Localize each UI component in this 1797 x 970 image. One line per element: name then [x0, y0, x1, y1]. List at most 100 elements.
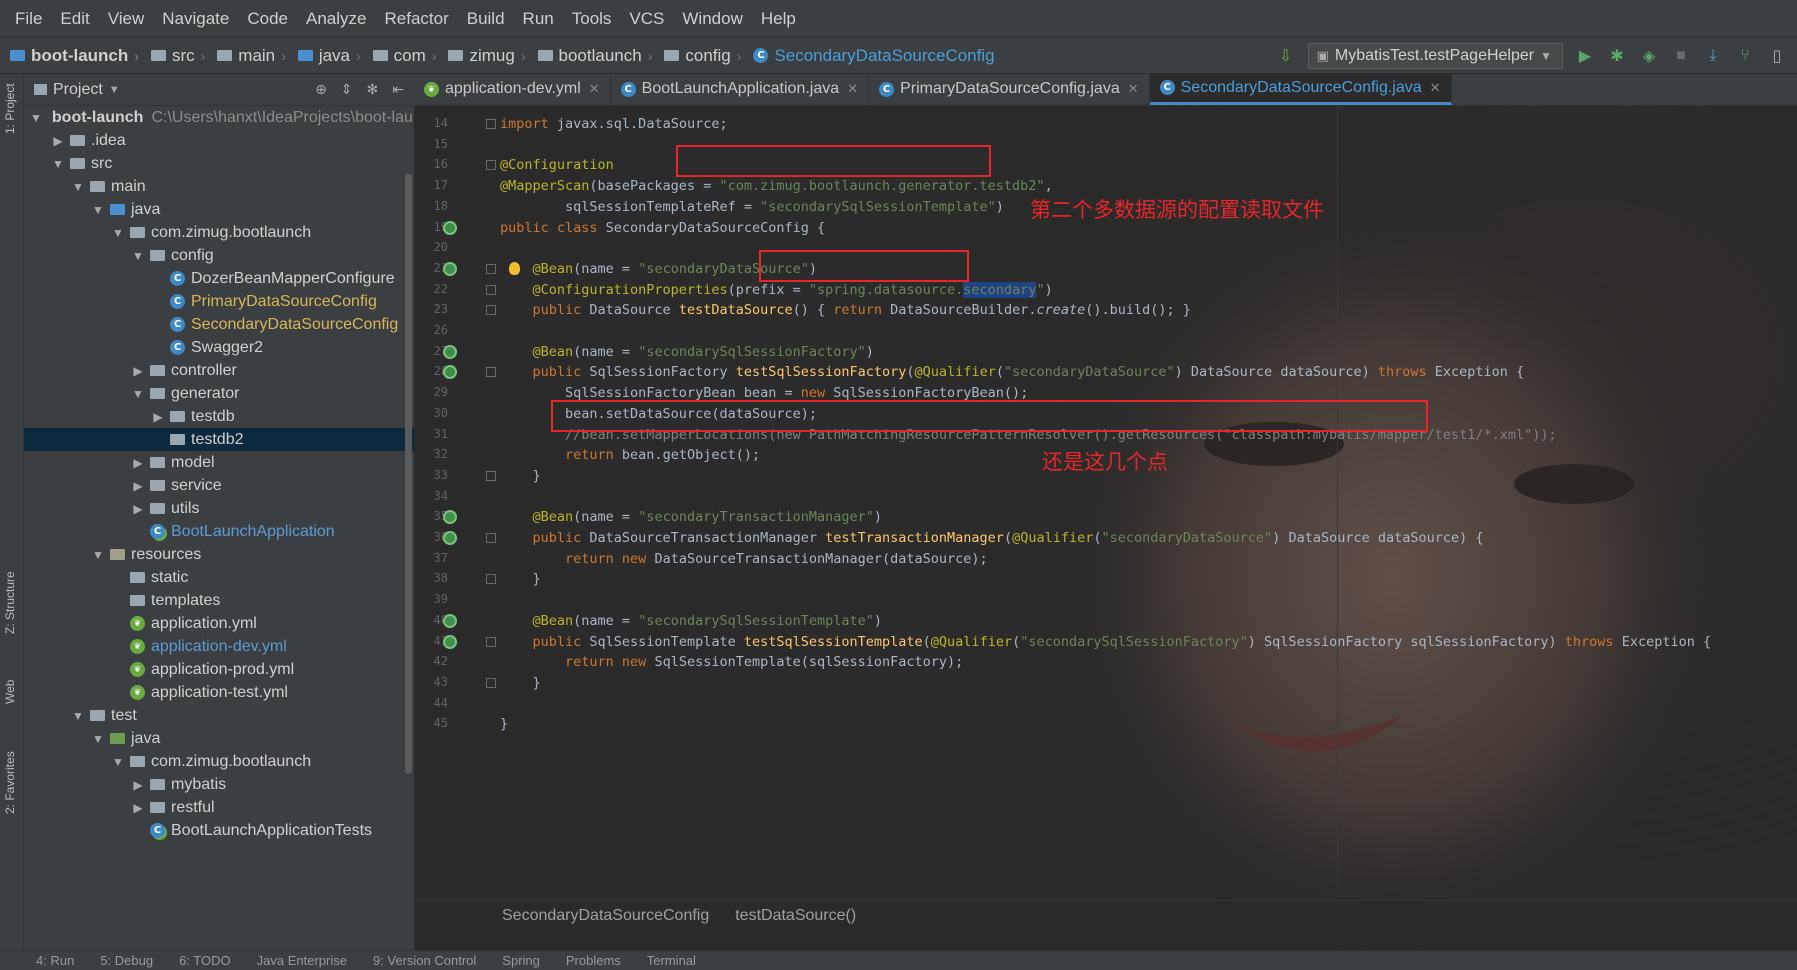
- intention-bulb-icon[interactable]: [509, 261, 520, 275]
- bottom-tool-tab[interactable]: Terminal: [647, 953, 696, 968]
- close-tab-icon[interactable]: ✕: [589, 81, 600, 97]
- coverage-icon[interactable]: ◈: [1639, 46, 1659, 66]
- tree-item[interactable]: testdb2: [24, 428, 414, 451]
- bottom-tool-tab[interactable]: 6: TODO: [179, 953, 231, 968]
- bottom-tool-tab[interactable]: Problems: [566, 953, 621, 968]
- tree-item[interactable]: ▼ com.zimug.bootlaunch: [24, 221, 414, 244]
- menu-vcs[interactable]: VCS: [620, 9, 673, 29]
- expand-down-icon[interactable]: ▼: [70, 180, 86, 194]
- expand-right-icon[interactable]: ▶: [130, 456, 146, 470]
- tree-item[interactable]: ▼ java: [24, 198, 414, 221]
- favorites-tool-tab[interactable]: 2: Favorites: [3, 751, 17, 814]
- menu-edit[interactable]: Edit: [51, 9, 98, 29]
- vcs-commit-icon[interactable]: ⑂: [1735, 46, 1755, 66]
- tree-item[interactable]: ❦ application-prod.yml: [24, 658, 414, 681]
- stop-icon[interactable]: ■: [1671, 46, 1691, 66]
- bottom-tool-tab[interactable]: 5: Debug: [100, 953, 153, 968]
- breadcrumb-class[interactable]: C SecondaryDataSourceConfig: [743, 46, 996, 66]
- expand-down-icon[interactable]: ▼: [30, 111, 42, 125]
- breadcrumb-com[interactable]: com ›: [363, 46, 439, 66]
- breadcrumb-zimug[interactable]: zimug ›: [438, 46, 527, 66]
- project-scrollbar[interactable]: [405, 174, 412, 774]
- breadcrumb-java[interactable]: java ›: [288, 46, 363, 66]
- code-line[interactable]: }: [500, 714, 508, 734]
- code-line[interactable]: }: [500, 673, 541, 693]
- breadcrumb-bootlaunch[interactable]: bootlaunch ›: [528, 46, 655, 66]
- tree-item[interactable]: ❦ application.yml: [24, 612, 414, 635]
- code-line[interactable]: import javax.sql.DataSource;: [500, 114, 728, 134]
- breadcrumb-project[interactable]: boot-launch ›: [0, 46, 141, 66]
- expand-right-icon[interactable]: ▶: [130, 479, 146, 493]
- expand-down-icon[interactable]: ▼: [90, 203, 106, 217]
- menu-tools[interactable]: Tools: [563, 9, 621, 29]
- code-line[interactable]: return new SqlSessionTemplate(sqlSession…: [500, 652, 963, 672]
- tree-item[interactable]: C PrimaryDataSourceConfig: [24, 290, 414, 313]
- code-line[interactable]: public SqlSessionTemplate testSqlSession…: [500, 632, 1712, 652]
- expand-down-icon[interactable]: ▼: [130, 387, 146, 401]
- build-icon[interactable]: ⇩: [1276, 46, 1296, 66]
- code-line[interactable]: return bean.getObject();: [500, 445, 760, 465]
- code-line[interactable]: @Configuration: [500, 155, 614, 175]
- expand-down-icon[interactable]: ▼: [110, 755, 126, 769]
- close-tab-icon[interactable]: ✕: [1128, 81, 1139, 97]
- expand-down-icon[interactable]: ▼: [70, 709, 86, 723]
- project-tool-tab[interactable]: 1: Project: [3, 83, 17, 134]
- breadcrumb-config[interactable]: config ›: [654, 46, 743, 66]
- tree-item[interactable]: ▼ boot-launch C:\Users\hanxt\IdeaProjects\…: [24, 106, 414, 129]
- tree-item[interactable]: C DozerBeanMapperConfigure: [24, 267, 414, 290]
- tree-item[interactable]: ▼ test: [24, 704, 414, 727]
- expand-right-icon[interactable]: ▶: [50, 134, 66, 148]
- editor-tab[interactable]: ❦ application-dev.yml ✕: [414, 74, 611, 105]
- locate-icon[interactable]: ⊕: [315, 81, 327, 98]
- code-line[interactable]: return new DataSourceTransactionManager(…: [500, 549, 988, 569]
- web-tool-tab[interactable]: Web: [3, 680, 17, 704]
- code-line[interactable]: public DataSource testDataSource() { ret…: [500, 300, 1191, 320]
- menu-file[interactable]: File: [6, 9, 51, 29]
- gear-icon[interactable]: ✻: [367, 81, 379, 98]
- debug-icon[interactable]: ✱: [1607, 46, 1627, 66]
- menu-help[interactable]: Help: [752, 9, 805, 29]
- collapse-all-icon[interactable]: ⇕: [341, 81, 353, 98]
- tree-item[interactable]: ▶ model: [24, 451, 414, 474]
- bottom-tool-tab[interactable]: Spring: [502, 953, 540, 968]
- menu-refactor[interactable]: Refactor: [375, 9, 457, 29]
- more-icon[interactable]: ▯: [1767, 46, 1787, 66]
- editor-tab[interactable]: C PrimaryDataSourceConfig.java ✕: [869, 74, 1150, 105]
- bottom-tool-tab[interactable]: 4: Run: [36, 953, 74, 968]
- tree-item[interactable]: C Swagger2: [24, 336, 414, 359]
- expand-down-icon[interactable]: ▼: [90, 732, 106, 746]
- run-config-select[interactable]: ▣ MybatisTest.testPageHelper ▼: [1307, 43, 1563, 69]
- bottom-tool-tab[interactable]: Java Enterprise: [257, 953, 347, 968]
- tree-item[interactable]: ▼ com.zimug.bootlaunch: [24, 750, 414, 773]
- menu-build[interactable]: Build: [458, 9, 514, 29]
- code-line[interactable]: @Bean(name = "secondaryTransactionManage…: [500, 507, 883, 527]
- expand-right-icon[interactable]: ▶: [130, 502, 146, 516]
- tree-item[interactable]: ▶ restful: [24, 796, 414, 819]
- hide-panel-icon[interactable]: ⇤: [392, 81, 404, 98]
- project-panel-title[interactable]: Project: [53, 81, 103, 99]
- tree-item[interactable]: ▼ java: [24, 727, 414, 750]
- tree-item[interactable]: C SecondaryDataSourceConfig: [24, 313, 414, 336]
- code-line[interactable]: @MapperScan(basePackages = "com.zimug.bo…: [500, 176, 1053, 196]
- editor-breadcrumb-method[interactable]: testDataSource(): [735, 907, 856, 925]
- tree-item[interactable]: static: [24, 566, 414, 589]
- breadcrumb-main[interactable]: main ›: [207, 46, 288, 66]
- menu-view[interactable]: View: [99, 9, 154, 29]
- code-line[interactable]: @Bean(name = "secondarySqlSessionFactory…: [500, 342, 874, 362]
- tree-item[interactable]: ▶ controller: [24, 359, 414, 382]
- chevron-down-icon[interactable]: ▼: [109, 84, 120, 96]
- editor-tab[interactable]: C SecondaryDataSourceConfig.java ✕: [1149, 74, 1452, 105]
- code-line[interactable]: @ConfigurationProperties(prefix = "sprin…: [500, 280, 1053, 300]
- tree-item[interactable]: ❦ application-dev.yml: [24, 635, 414, 658]
- code-line[interactable]: }: [500, 466, 541, 486]
- code-line[interactable]: sqlSessionTemplateRef = "secondarySqlSes…: [500, 197, 1004, 217]
- tree-item[interactable]: C BootLaunchApplicationTests: [24, 819, 414, 842]
- tree-item[interactable]: ▼ generator: [24, 382, 414, 405]
- expand-down-icon[interactable]: ▼: [130, 249, 146, 263]
- code-line[interactable]: }: [500, 569, 541, 589]
- code-view[interactable]: import javax.sql.DataSource; @Configurati…: [414, 106, 1797, 896]
- menu-analyze[interactable]: Analyze: [297, 9, 375, 29]
- run-icon[interactable]: ▶: [1575, 46, 1595, 66]
- tree-item[interactable]: ▶ testdb: [24, 405, 414, 428]
- expand-down-icon[interactable]: ▼: [90, 548, 106, 562]
